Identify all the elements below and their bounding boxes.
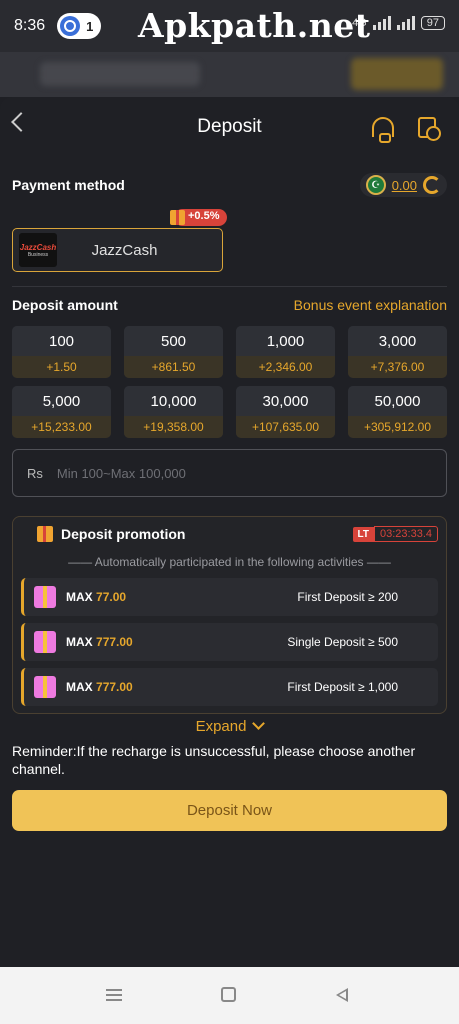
- balance-display: ☪ 0.00: [359, 173, 447, 197]
- max-label: MAX: [66, 635, 93, 649]
- amount-value: 500: [124, 326, 223, 356]
- amount-option[interactable]: 3,000 +7,376.00: [348, 326, 447, 378]
- background-app-strip: [0, 52, 459, 97]
- amount-bonus: +15,233.00: [12, 416, 111, 438]
- amount-option[interactable]: 500 +861.50: [124, 326, 223, 378]
- amount-bonus: +107,635.00: [236, 416, 335, 438]
- promotion-max: MAX 77.00: [66, 590, 126, 604]
- amount-option[interactable]: 1,000 +2,346.00: [236, 326, 335, 378]
- promotion-condition: First Deposit ≥ 200: [297, 590, 398, 604]
- amount-grid: 100 +1.50 500 +861.50 1,000 +2,346.00 3,000…: [12, 326, 447, 438]
- promotion-header: Deposit promotion: [37, 526, 185, 542]
- header: Deposit: [0, 97, 459, 157]
- notification-pill[interactable]: 1: [57, 13, 102, 39]
- blurred-button: [351, 58, 443, 90]
- amount-option[interactable]: 100 +1.50: [12, 326, 111, 378]
- max-label: MAX: [66, 680, 93, 694]
- amount-input[interactable]: [56, 465, 417, 481]
- promotion-row[interactable]: MAX 777.00 First Deposit ≥ 1,000: [21, 668, 438, 706]
- signal-icon-2: [396, 16, 415, 30]
- recent-apps-icon[interactable]: [106, 989, 122, 1001]
- promotion-subtitle: —— Automatically participated in the fol…: [68, 555, 391, 569]
- gift-icon: [34, 631, 56, 653]
- blurred-logo: [40, 62, 200, 86]
- deposit-promotion-card: Deposit promotion LT 03:23:33.4 —— Autom…: [12, 516, 447, 714]
- logo-text-1: JazzCash: [19, 242, 57, 252]
- promotion-subtitle-text: Automatically participated in the follow…: [94, 555, 364, 569]
- payment-method-label: Payment method: [12, 177, 125, 193]
- amount-value: 30,000: [236, 386, 335, 416]
- amount-option[interactable]: 10,000 +19,358.00: [124, 386, 223, 438]
- system-navigation-bar: [0, 967, 459, 1024]
- deposit-sheet: Deposit Payment method ☪ 0.00 JazzCash B…: [0, 97, 459, 967]
- amount-option[interactable]: 50,000 +305,912.00: [348, 386, 447, 438]
- reminder-text: Reminder:If the recharge is unsuccessful…: [12, 743, 416, 777]
- expand-button[interactable]: Expand: [0, 717, 459, 735]
- promotion-condition: Single Deposit ≥ 500: [287, 635, 398, 649]
- promotion-row[interactable]: MAX 777.00 Single Deposit ≥ 500: [21, 623, 438, 661]
- amount-bonus: +861.50: [124, 356, 223, 378]
- deposit-history-icon[interactable]: [418, 117, 441, 141]
- amount-input-box[interactable]: Rs: [12, 449, 447, 497]
- status-time: 8:36: [14, 17, 46, 34]
- amount-value: 10,000: [124, 386, 223, 416]
- amount-bonus: +2,346.00: [236, 356, 335, 378]
- currency-label: Rs: [27, 465, 43, 481]
- max-value: 77.00: [96, 590, 127, 604]
- jazzcash-logo: JazzCash Business: [19, 233, 57, 267]
- promotion-timer: LT 03:23:33.4: [352, 526, 438, 542]
- gift-icon: [170, 210, 185, 225]
- customer-service-icon[interactable]: [372, 117, 394, 143]
- logo-text-2: Business: [27, 251, 49, 258]
- amount-bonus: +19,358.00: [124, 416, 223, 438]
- deposit-now-button[interactable]: Deposit Now: [12, 790, 447, 831]
- timer-badge: LT: [352, 526, 374, 542]
- amount-value: 50,000: [348, 386, 447, 416]
- countdown: 03:23:33.4: [374, 526, 438, 542]
- signal-icon: [372, 16, 391, 30]
- notification-icon: [60, 16, 81, 36]
- amount-option[interactable]: 30,000 +107,635.00: [236, 386, 335, 438]
- promotion-max: MAX 777.00: [66, 635, 133, 649]
- amount-value: 100: [12, 326, 111, 356]
- chevron-down-icon: [252, 717, 266, 730]
- bonus-explanation-link[interactable]: Bonus event explanation: [294, 297, 447, 313]
- amount-bonus: +305,912.00: [348, 416, 447, 438]
- gift-icon: [37, 526, 53, 542]
- gift-icon: [34, 586, 56, 608]
- deposit-amount-row: Deposit amount Bonus event explanation: [12, 297, 447, 313]
- back-nav-icon[interactable]: [336, 988, 348, 1002]
- max-value: 777.00: [96, 635, 133, 649]
- balance-value: 0.00: [391, 177, 417, 193]
- amount-value: 5,000: [12, 386, 111, 416]
- payment-method-row: Payment method ☪ 0.00: [12, 173, 447, 197]
- max-value: 777.00: [96, 680, 133, 694]
- refresh-icon[interactable]: [423, 176, 441, 194]
- promotion-title: Deposit promotion: [61, 526, 186, 542]
- pakistan-flag-icon: ☪: [365, 175, 386, 195]
- home-icon[interactable]: [221, 987, 236, 1002]
- payment-option-jazzcash[interactable]: JazzCash Business JazzCash: [12, 228, 223, 272]
- battery-icon: 97: [420, 16, 445, 30]
- amount-bonus: +7,376.00: [348, 356, 447, 378]
- amount-value: 1,000: [236, 326, 335, 356]
- promotion-condition: First Deposit ≥ 1,000: [287, 680, 398, 694]
- notification-count: 1: [86, 18, 94, 34]
- payment-option-label: JazzCash: [91, 241, 158, 259]
- watermark-text: Apkpath.net: [138, 6, 371, 45]
- max-label: MAX: [66, 590, 93, 604]
- deposit-amount-label: Deposit amount: [12, 297, 118, 313]
- amount-option[interactable]: 5,000 +15,233.00: [12, 386, 111, 438]
- amount-value: 3,000: [348, 326, 447, 356]
- amount-bonus: +1.50: [12, 356, 111, 378]
- promotion-max: MAX 777.00: [66, 680, 133, 694]
- divider: [12, 286, 447, 287]
- expand-label: Expand: [195, 718, 247, 735]
- gift-icon: [34, 676, 56, 698]
- promotion-row[interactable]: MAX 77.00 First Deposit ≥ 200: [21, 578, 438, 616]
